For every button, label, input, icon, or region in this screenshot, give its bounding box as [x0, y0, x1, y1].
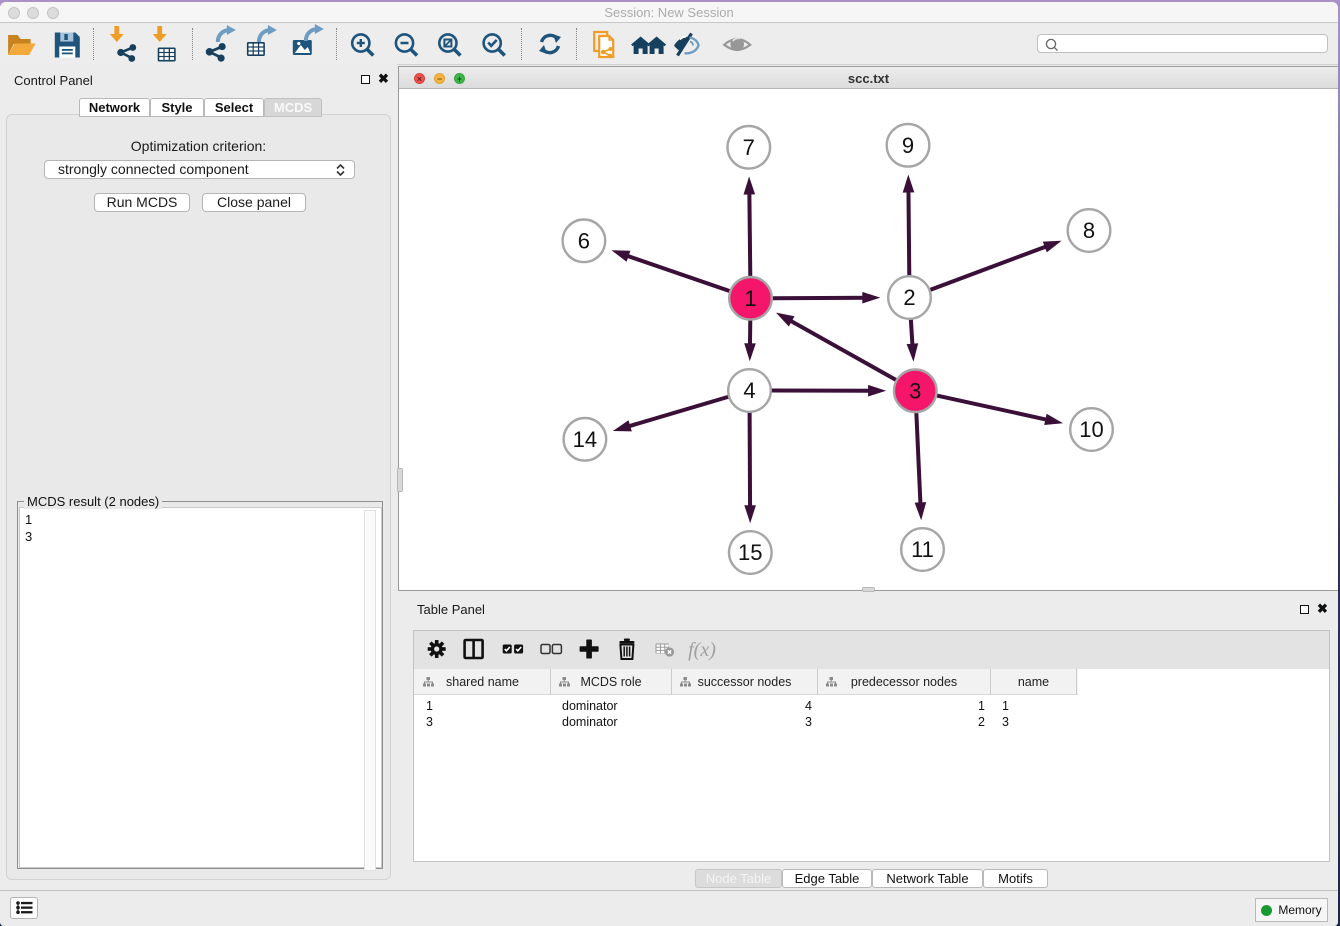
svg-text:2: 2	[903, 285, 915, 310]
svg-text:9: 9	[902, 133, 914, 158]
svg-text:3: 3	[909, 378, 921, 403]
svg-text:10: 10	[1079, 417, 1103, 442]
svg-text:8: 8	[1083, 218, 1095, 243]
svg-text:f(x): f(x)	[688, 639, 716, 661]
svg-text:14: 14	[573, 427, 597, 452]
svg-text:6: 6	[578, 228, 590, 253]
svg-text:15: 15	[738, 540, 762, 565]
svg-text:1: 1	[744, 286, 756, 311]
svg-text:11: 11	[911, 537, 934, 562]
svg-text:7: 7	[743, 135, 755, 160]
svg-text:4: 4	[743, 378, 755, 403]
